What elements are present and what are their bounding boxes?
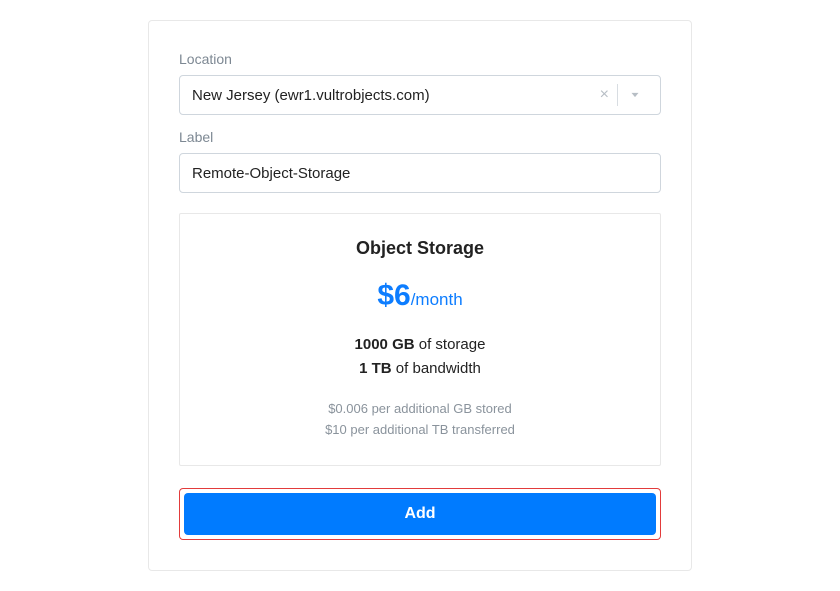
chevron-down-icon[interactable] xyxy=(618,88,648,102)
plan-storage-amount: 1000 GB xyxy=(355,336,415,353)
plan-price: $6 xyxy=(377,279,410,312)
plan-period: /month xyxy=(411,290,463,309)
plan-card: Object Storage $6/month 1000 GB of stora… xyxy=(179,213,661,466)
location-select[interactable]: New Jersey (ewr1.vultrobjects.com) × xyxy=(179,75,661,115)
close-icon[interactable]: × xyxy=(592,87,617,103)
add-button[interactable]: Add xyxy=(184,493,656,535)
plan-price-row: $6/month xyxy=(200,279,640,313)
plan-storage-suffix: of storage xyxy=(415,336,486,353)
plan-fineprint: $0.006 per additional GB stored $10 per … xyxy=(200,399,640,441)
label-field-label: Label xyxy=(179,129,661,145)
add-button-highlight: Add xyxy=(179,488,661,540)
location-select-value: New Jersey (ewr1.vultrobjects.com) xyxy=(192,87,592,104)
select-controls: × xyxy=(592,84,648,106)
plan-fine-storage: $0.006 per additional GB stored xyxy=(200,399,640,420)
plan-title: Object Storage xyxy=(200,238,640,259)
plan-fine-bandwidth: $10 per additional TB transferred xyxy=(200,420,640,441)
location-label: Location xyxy=(179,51,661,67)
object-storage-form: Location New Jersey (ewr1.vultrobjects.c… xyxy=(148,20,692,571)
plan-bandwidth-suffix: of bandwidth xyxy=(392,360,481,377)
label-input[interactable] xyxy=(179,153,661,193)
plan-bandwidth: 1 TB of bandwidth xyxy=(200,357,640,381)
plan-bandwidth-amount: 1 TB xyxy=(359,360,392,377)
plan-storage: 1000 GB of storage xyxy=(200,333,640,357)
